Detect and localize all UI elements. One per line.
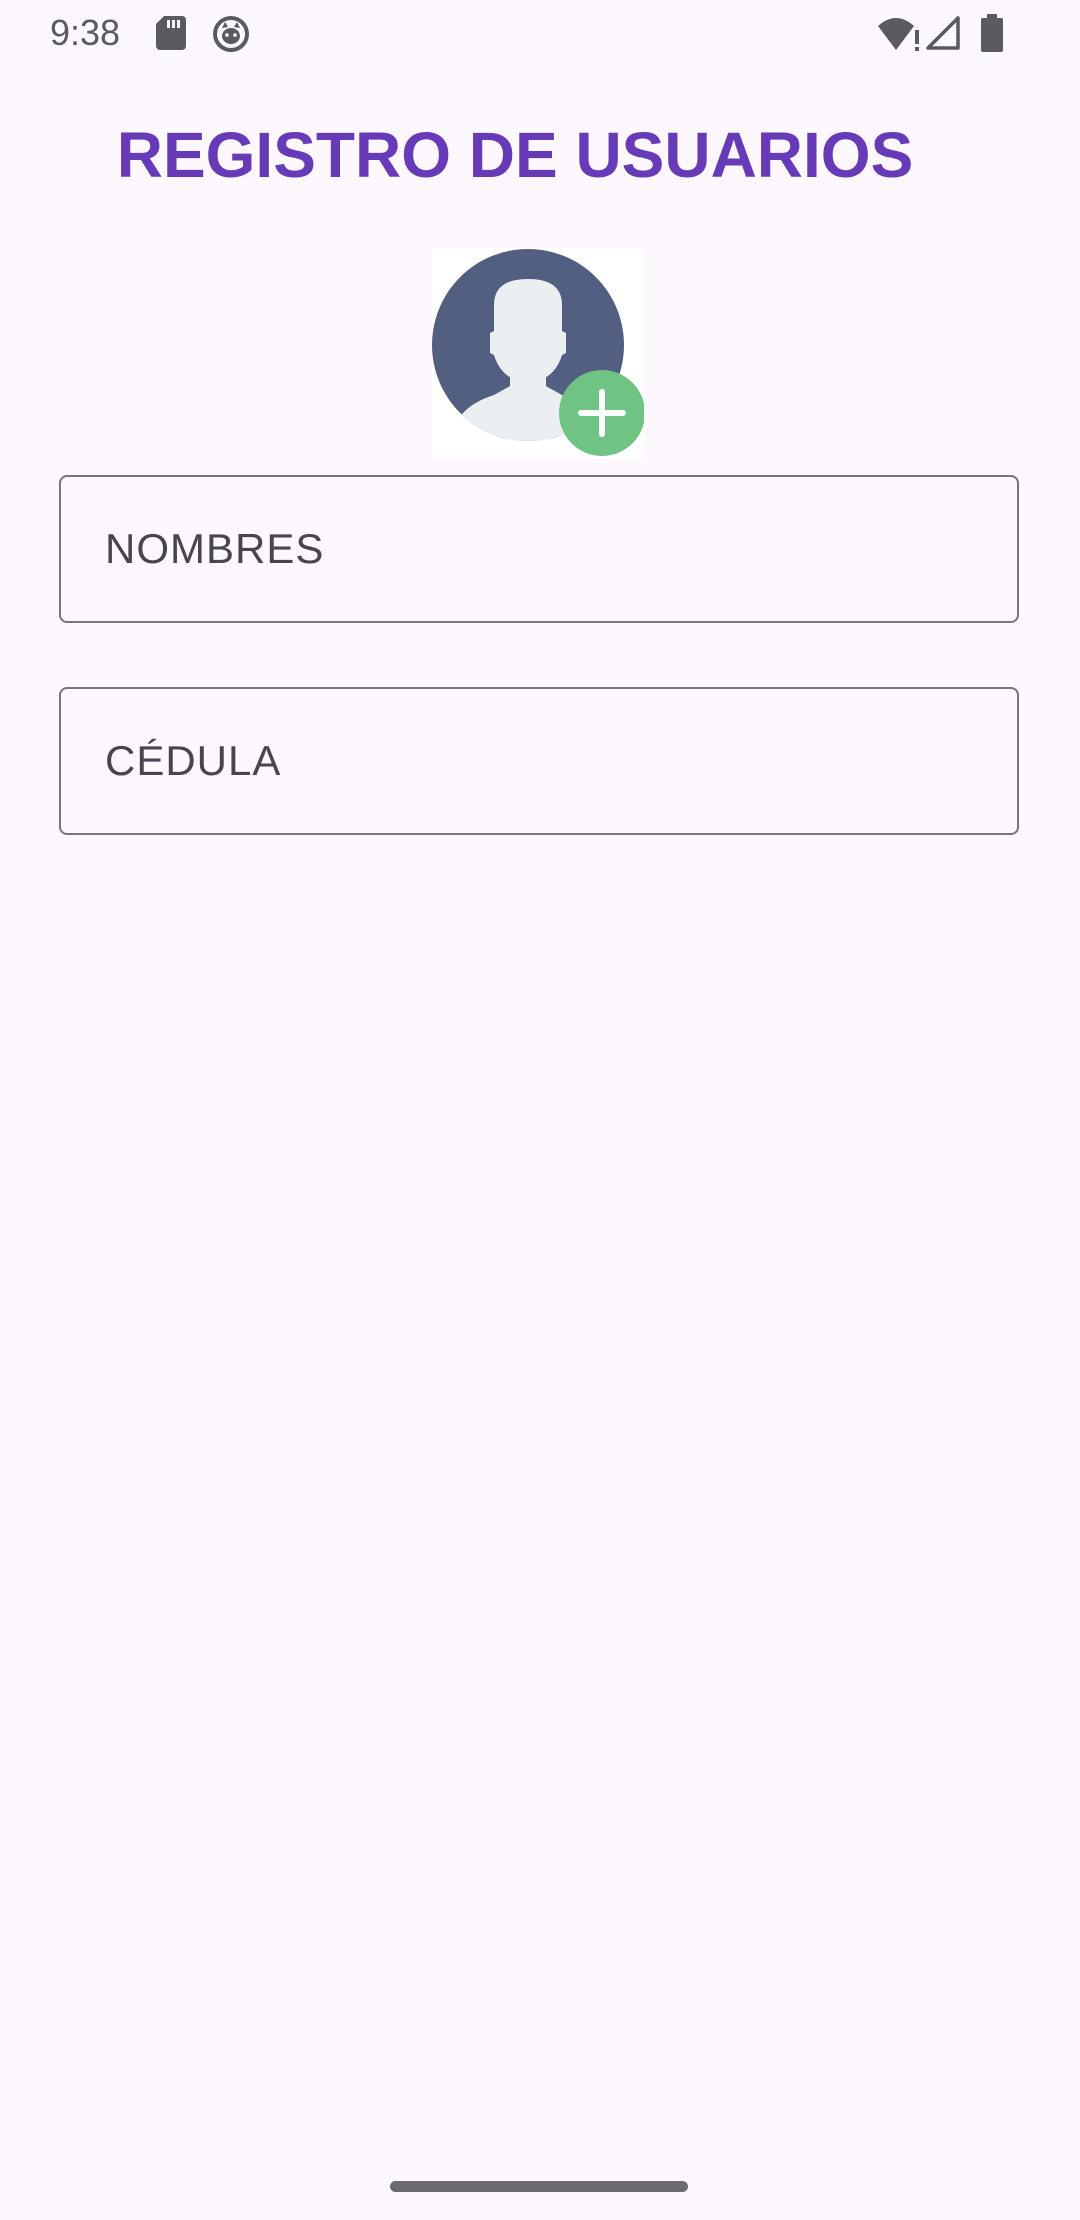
status-time: 9:38 bbox=[50, 12, 121, 53]
cat-face-icon bbox=[213, 16, 249, 52]
wifi-alert-icon bbox=[878, 16, 922, 52]
page-title: REGISTRO DE USUARIOS bbox=[116, 119, 914, 191]
cell-signal-icon bbox=[926, 16, 960, 50]
sd-card-icon bbox=[156, 16, 186, 50]
cedula-field[interactable] bbox=[59, 687, 1019, 835]
cedula-input[interactable] bbox=[61, 689, 1017, 833]
gesture-nav-handle[interactable] bbox=[390, 2181, 688, 2192]
battery-icon bbox=[980, 14, 1004, 52]
profile-photo-picker[interactable] bbox=[432, 247, 644, 459]
add-photo-icon[interactable] bbox=[559, 370, 644, 456]
nombres-field[interactable] bbox=[59, 475, 1019, 623]
nombres-input[interactable] bbox=[61, 477, 1017, 621]
status-bar: 9:38 bbox=[0, 0, 1080, 68]
